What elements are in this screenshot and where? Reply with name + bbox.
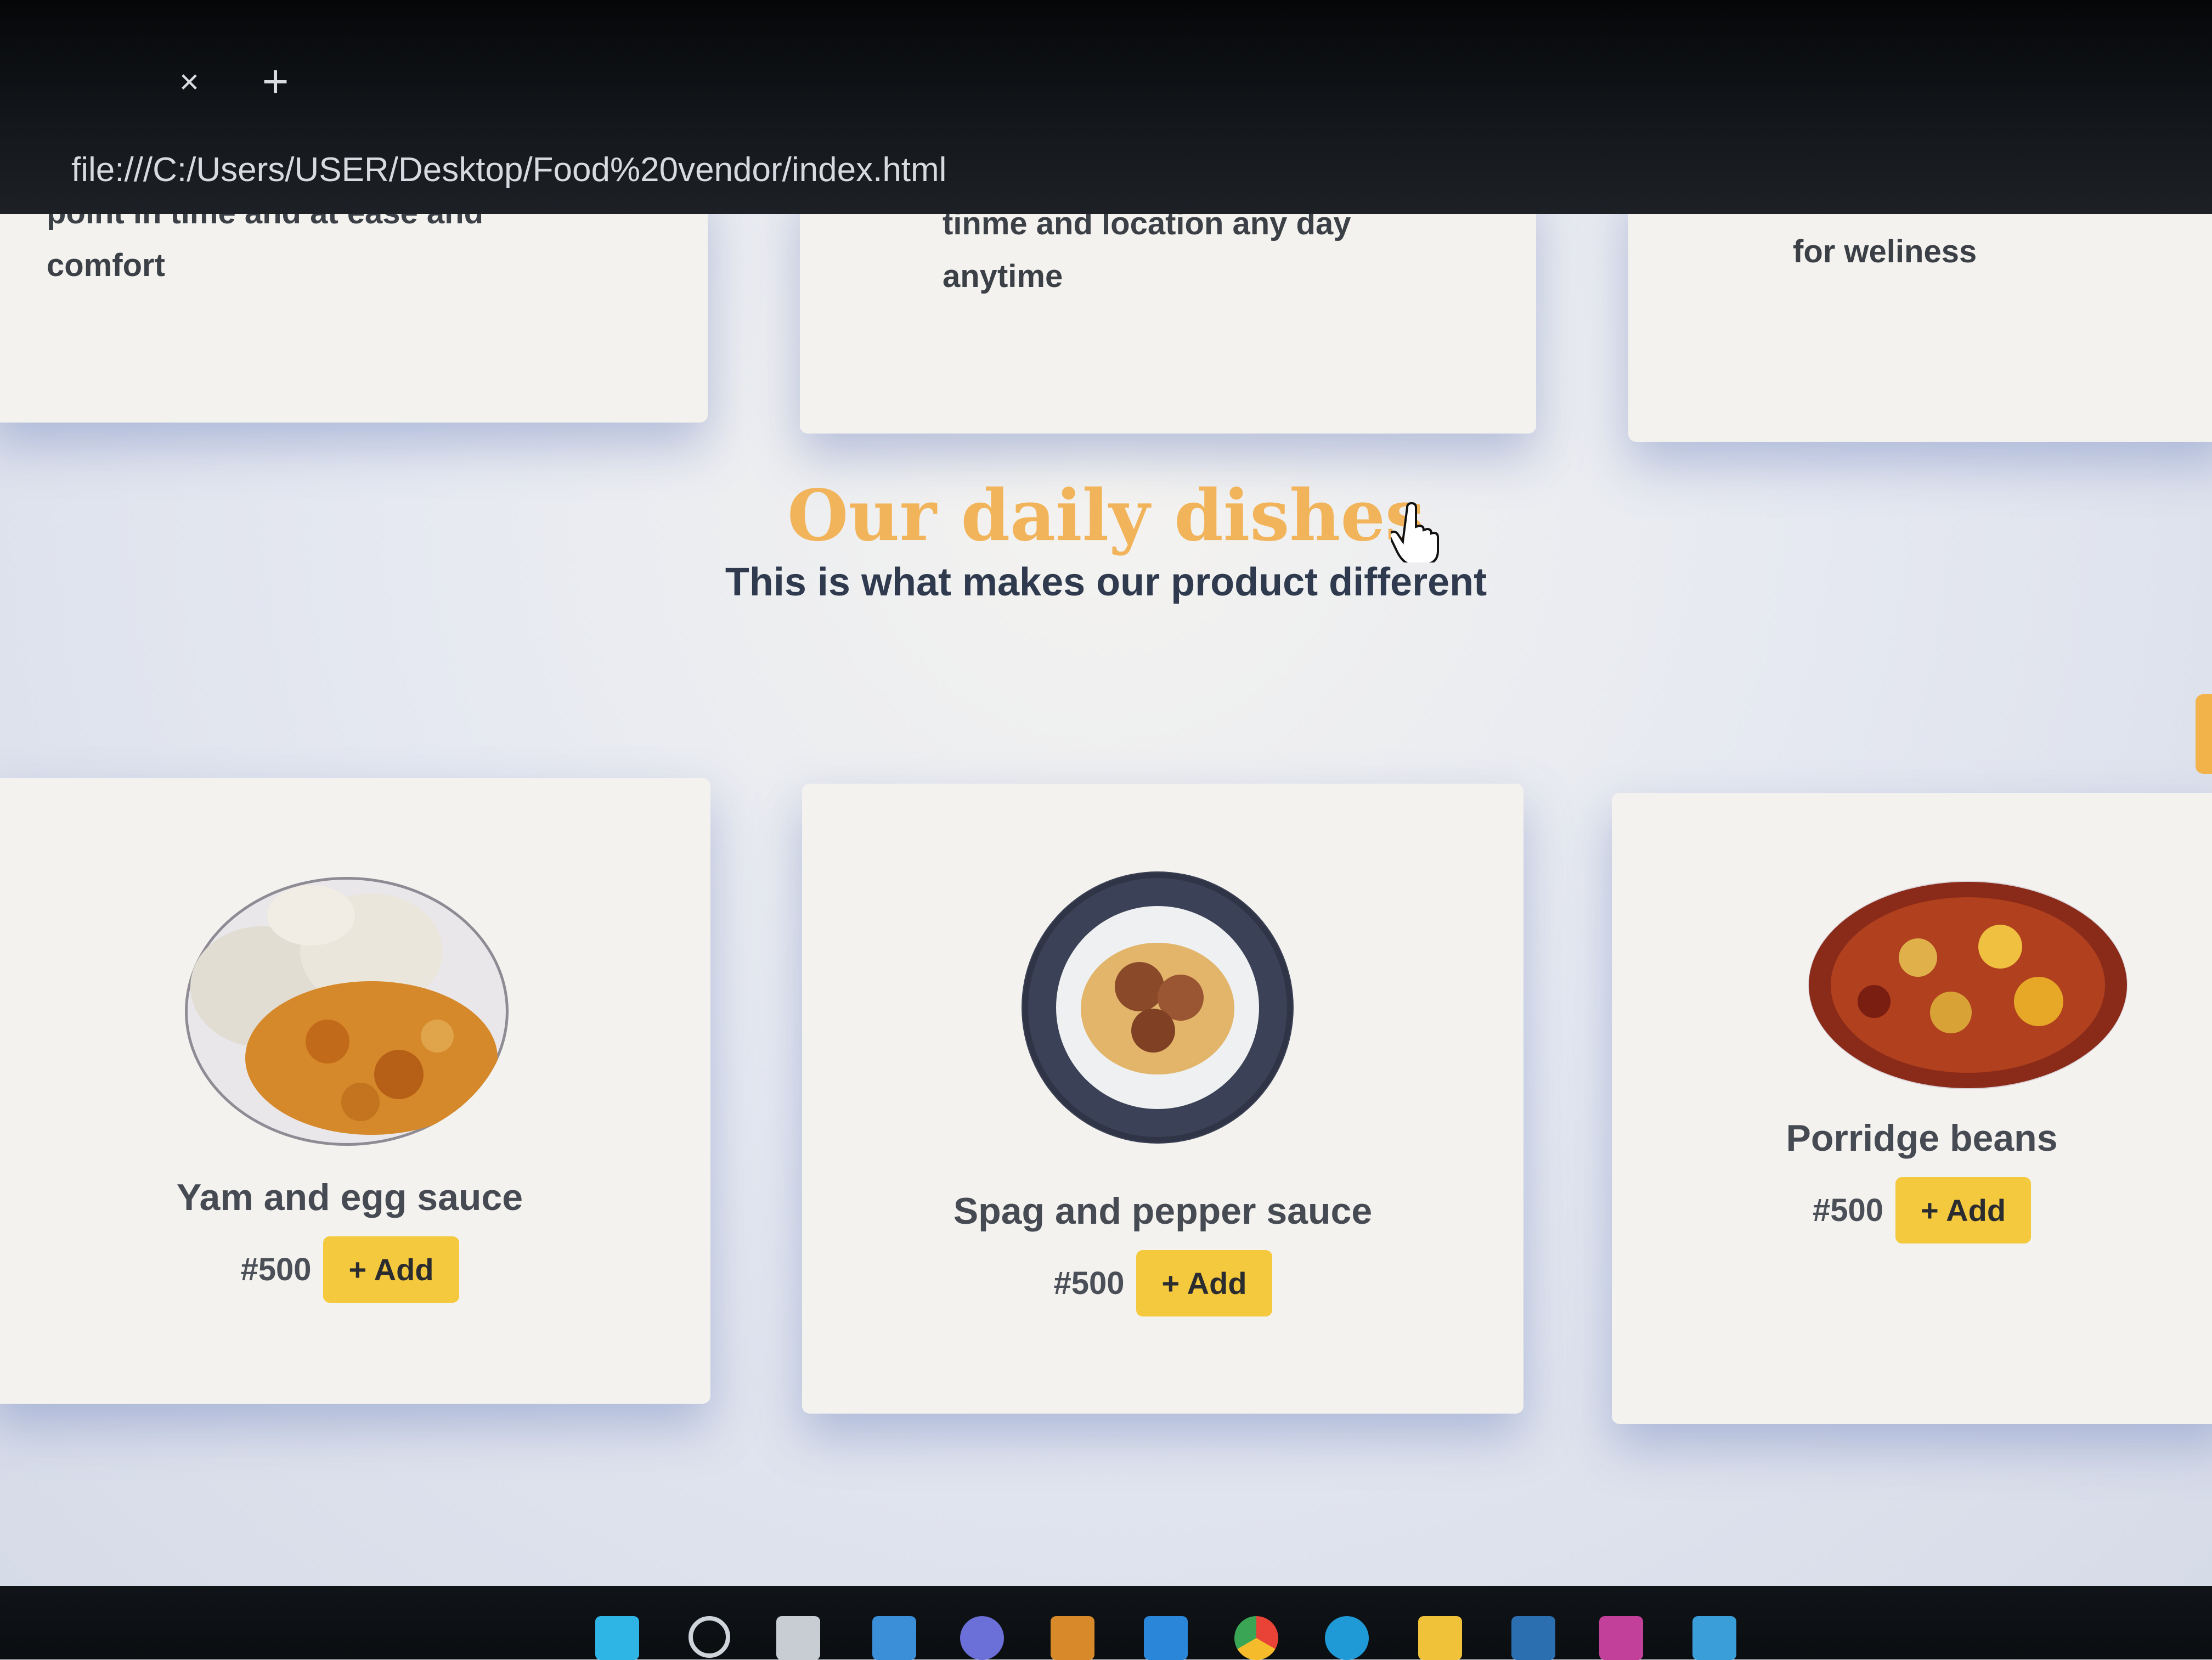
section-title: Our daily dishes [787,475,1425,557]
search-icon[interactable] [689,1616,730,1658]
taskbar [0,1586,2212,1659]
chrome-icon[interactable] [1234,1616,1278,1660]
app-icon[interactable] [1511,1616,1555,1660]
dish-image [185,877,509,1146]
feature-line: health and so ohhhhhand [1793,214,2180,226]
file-explorer-icon[interactable] [1418,1616,1462,1660]
address-bar[interactable]: file:///C:/Users/USER/Desktop/Food%20ven… [71,140,946,200]
feature-card: tinme and location any day anytime [800,214,1536,434]
feature-text: tinme and location any day anytime [943,214,1351,303]
dish-image [1808,881,2128,1089]
task-view-icon[interactable] [776,1616,820,1660]
dish-card: Yam and egg sauce #500 + Add [0,778,710,1404]
feature-line: for weliness [1793,234,1977,269]
dish-price: #500 [1812,1192,1883,1228]
close-tab-icon[interactable]: × [170,63,208,102]
add-button[interactable]: + Add [323,1236,459,1303]
browser-chrome: × + file:///C:/Users/USER/Desktop/Food%2… [0,0,2212,214]
chat-icon[interactable] [960,1616,1004,1660]
feature-card: point in time and at ease and comfort [0,214,708,423]
store-icon[interactable] [1051,1616,1094,1660]
web-page: point in time and at ease and comfort ti… [0,214,2212,1586]
feature-line: anytime [943,258,1063,294]
dish-price: #500 [240,1252,312,1287]
windows-icon[interactable] [595,1616,639,1660]
feature-line: point in time and at ease and [47,214,483,239]
scroll-to-top-tab[interactable] [2196,694,2212,774]
feature-card: health and so ohhhhhand for weliness [1628,214,2212,442]
feature-text: health and so ohhhhhand for weliness [1793,214,2180,278]
dish-image [1022,871,1294,1144]
price-row: #500 + Add [802,1250,1523,1316]
dish-name: Yam and egg sauce [176,1177,523,1218]
add-button[interactable]: + Add [1136,1250,1272,1316]
feature-line: comfort [47,247,165,283]
dish-price: #500 [1053,1265,1125,1301]
instagram-icon[interactable] [1599,1616,1643,1660]
widgets-icon[interactable] [872,1616,916,1660]
feature-line: tinme and location any day [943,214,1351,241]
price-row: #500 + Add [0,1236,710,1303]
edge-icon[interactable] [1325,1616,1369,1660]
dish-name: Spag and pepper sauce [953,1190,1373,1232]
dish-name: Porridge beans [1786,1117,2058,1159]
add-button[interactable]: + Add [1895,1177,2032,1243]
feature-text: point in time and at ease and comfort [47,214,483,292]
dish-card: Spag and pepper sauce #500 + Add [802,784,1523,1414]
vscode-icon[interactable] [1144,1616,1188,1660]
price-row: #500 + Add [1612,1177,2212,1243]
section-subtitle: This is what makes our product different [725,560,1487,604]
hand-cursor-icon [1389,502,1440,566]
photos-icon[interactable] [1692,1616,1736,1660]
dish-card: Porridge beans #500 + Add [1612,793,2212,1424]
new-tab-icon[interactable]: + [253,58,297,104]
